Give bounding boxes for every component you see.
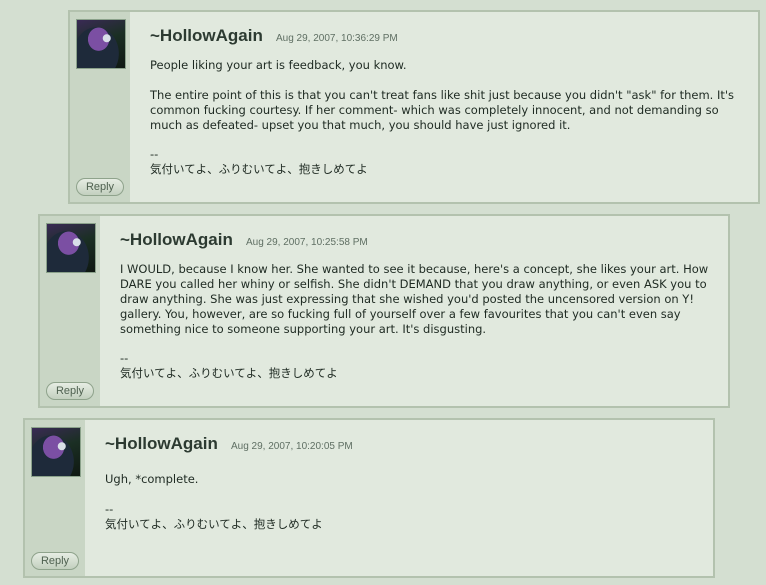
comment-date: Aug 29, 2007, 10:36:29 PM bbox=[275, 33, 398, 44]
comment-text: I WOULD, because I know her. She wanted … bbox=[120, 262, 714, 381]
comment-1: Reply ~HollowAgain Aug 29, 2007, 10:36:2… bbox=[68, 10, 760, 204]
comment-gutter: Reply bbox=[25, 420, 85, 576]
signature-separator: -- bbox=[150, 147, 159, 161]
comment-gutter: Reply bbox=[70, 12, 130, 202]
comment-date: Aug 29, 2007, 10:25:58 PM bbox=[245, 237, 368, 248]
comment-body: ~HollowAgain Aug 29, 2007, 10:25:58 PM I… bbox=[100, 216, 728, 406]
signature-text: 気付いてよ、ふりむいてよ、抱きしめてよ bbox=[105, 517, 323, 531]
avatar[interactable] bbox=[76, 19, 126, 69]
signature: -- 気付いてよ、ふりむいてよ、抱きしめてよ bbox=[120, 351, 714, 381]
author-link[interactable]: ~HollowAgain bbox=[120, 230, 233, 249]
signature-text: 気付いてよ、ふりむいてよ、抱きしめてよ bbox=[120, 366, 338, 380]
signature-separator: -- bbox=[120, 351, 129, 365]
comment-gutter: Reply bbox=[40, 216, 100, 406]
signature: -- 気付いてよ、ふりむいてよ、抱きしめてよ bbox=[150, 147, 744, 177]
paragraph: Ugh, *complete. bbox=[105, 472, 199, 486]
reply-button[interactable]: Reply bbox=[31, 552, 79, 570]
comment-text: Ugh, *complete. -- 気付いてよ、ふりむいてよ、抱きしめてよ bbox=[105, 472, 699, 532]
signature-separator: -- bbox=[105, 502, 114, 516]
comment-body: ~HollowAgain Aug 29, 2007, 10:36:29 PM P… bbox=[130, 12, 758, 202]
paragraph: I WOULD, because I know her. She wanted … bbox=[120, 262, 709, 336]
signature: -- 気付いてよ、ふりむいてよ、抱きしめてよ bbox=[105, 502, 699, 532]
comment-header: ~HollowAgain Aug 29, 2007, 10:25:58 PM bbox=[120, 230, 714, 252]
paragraph: The entire point of this is that you can… bbox=[150, 88, 735, 132]
comment-body: ~HollowAgain Aug 29, 2007, 10:20:05 PM U… bbox=[85, 420, 713, 576]
comment-date: Aug 29, 2007, 10:20:05 PM bbox=[230, 441, 353, 452]
comment-header: ~HollowAgain Aug 29, 2007, 10:20:05 PM bbox=[105, 434, 699, 456]
comment-text: People liking your art is feedback, you … bbox=[150, 58, 744, 177]
author-link[interactable]: ~HollowAgain bbox=[150, 26, 263, 45]
comment-2: Reply ~HollowAgain Aug 29, 2007, 10:25:5… bbox=[38, 214, 730, 408]
signature-text: 気付いてよ、ふりむいてよ、抱きしめてよ bbox=[150, 162, 368, 176]
comment-header: ~HollowAgain Aug 29, 2007, 10:36:29 PM bbox=[150, 26, 744, 48]
page: { "comments": [ { "author": "~HollowAgai… bbox=[0, 0, 766, 585]
avatar[interactable] bbox=[31, 427, 81, 477]
author-link[interactable]: ~HollowAgain bbox=[105, 434, 218, 453]
paragraph: People liking your art is feedback, you … bbox=[150, 58, 407, 72]
reply-button[interactable]: Reply bbox=[76, 178, 124, 196]
reply-button[interactable]: Reply bbox=[46, 382, 94, 400]
comment-3: Reply ~HollowAgain Aug 29, 2007, 10:20:0… bbox=[23, 418, 715, 578]
avatar[interactable] bbox=[46, 223, 96, 273]
